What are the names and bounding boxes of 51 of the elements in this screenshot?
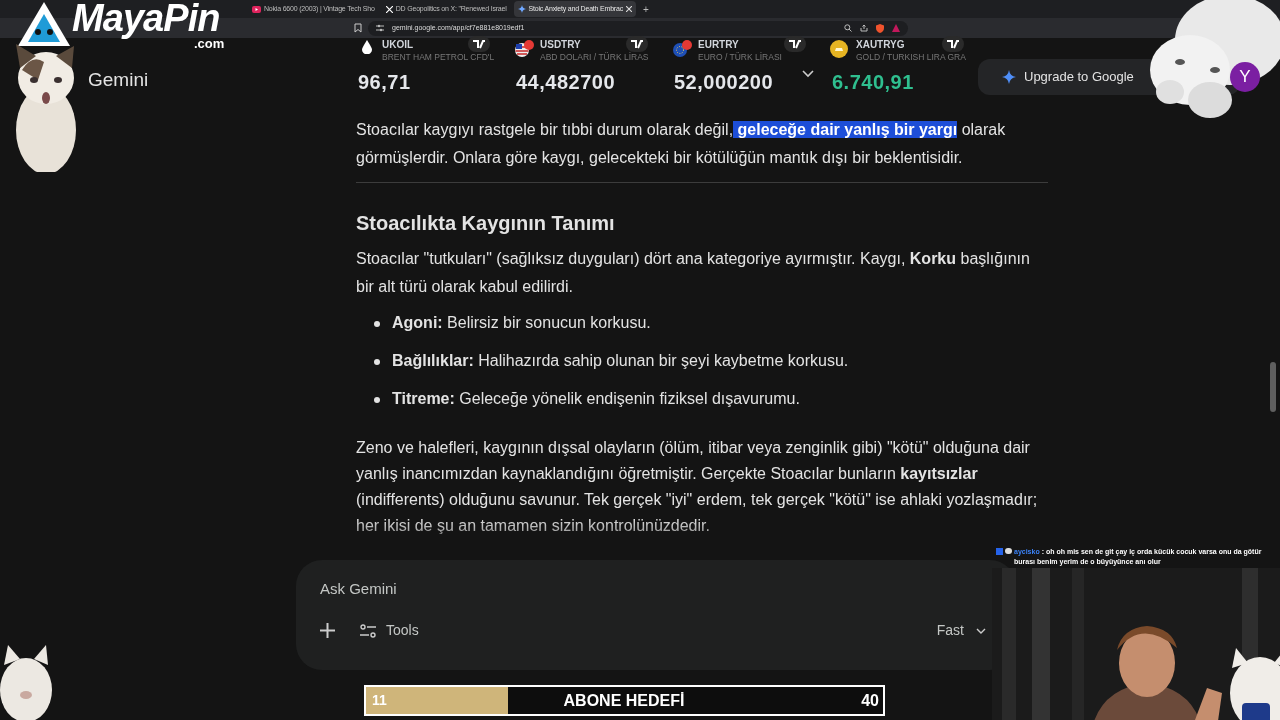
sparkle-icon bbox=[1002, 70, 1016, 84]
logo-suffix: .com bbox=[194, 36, 225, 53]
drop-icon bbox=[362, 40, 372, 54]
tools-button[interactable]: Tools bbox=[360, 620, 419, 641]
ticker-value: 6.740,91 bbox=[832, 70, 914, 95]
ticker-description: GOLD / TURKISH LIRA GRA bbox=[856, 51, 966, 64]
new-tab-button[interactable]: + bbox=[638, 1, 653, 17]
model-dropdown[interactable]: Fast bbox=[936, 620, 986, 641]
goal-current: 11 bbox=[372, 691, 387, 710]
zoom-icon[interactable] bbox=[844, 24, 852, 32]
bullet-icon bbox=[374, 321, 380, 327]
ticker-symbol: EURTRY bbox=[698, 38, 739, 52]
plus-icon[interactable] bbox=[320, 623, 335, 638]
paragraph: Stoacılar "tutkuları" (sağlıksız duyguları) dört ana kategoriye ayırmıştır. Kaygı, Korku başlığının bir alt türü olarak kabul edilirdi. bbox=[356, 249, 1031, 297]
input-field[interactable]: Ask Gemini bbox=[320, 576, 920, 600]
ticker-symbol: XAUTRYG bbox=[856, 38, 905, 52]
ingot-icon bbox=[830, 40, 848, 58]
scrollbar-thumb[interactable] bbox=[1270, 362, 1276, 412]
ticker-value: 96,71 bbox=[358, 70, 411, 95]
site-settings-icon[interactable] bbox=[376, 24, 384, 32]
goal-label: ABONE HEDEFİ bbox=[563, 690, 685, 711]
paragraph: Stoacılar kaygıyı rastgele bir tıbbi durum olarak değil, geleceğe dair yanlış bir yargı olarak görmüşlerdir. Onlara göre kaygı, gelecekteki bir kötülüğün mantık dışı bir beklentisidir. bbox=[356, 116, 1048, 183]
chevron-down-icon bbox=[976, 627, 986, 634]
sliders-icon bbox=[360, 623, 376, 638]
list-item-text: Bağlılıklar: Halihazırda sahip olunan bir şeyi kaybetme korkusu. bbox=[392, 351, 849, 371]
list-item-text: Agoni: Belirsiz bir sonucun korkusu. bbox=[392, 313, 651, 333]
bullet-icon bbox=[374, 397, 380, 403]
bullet-icon bbox=[374, 359, 380, 365]
x-logo-icon bbox=[385, 5, 393, 13]
app-title: Gemini bbox=[88, 68, 149, 92]
ticker-description: BRENT HAM PETROL CFD'L bbox=[382, 51, 495, 64]
flag-icon bbox=[672, 40, 692, 58]
video-icon bbox=[252, 5, 261, 13]
flag-icon bbox=[514, 40, 534, 58]
ticker-value: 44,482700 bbox=[516, 70, 616, 95]
paragraph: Zeno ve halefleri, kaygının dışsal olayların (ölüm, itibar veya zenginlik gibi) "kötü" olduğuna dair yanlış inancımızdan kaynaklandığını öğretmiştir. Gerçekte Stoacılar bunların kayıtsızlar (indifferents) olduğunu savunur. Tek gerçek "iyi" erdem, tek gerçek "kötü" ise ahlaki yozlaşmadır; her ikisi de şu an tamamen sizin kontrolünüzdedir. bbox=[356, 438, 1039, 536]
goal-target: 40 bbox=[861, 690, 879, 711]
ticker-description: EURO / TÜRK LİRASI bbox=[698, 51, 782, 64]
ticker-value: 52,000200 bbox=[674, 70, 774, 95]
share-icon[interactable] bbox=[860, 24, 868, 32]
sparkle-icon bbox=[517, 5, 526, 13]
section-heading: Stoacılıkta Kaygının Tanımı bbox=[356, 211, 616, 236]
bookmark-icon[interactable] bbox=[354, 23, 362, 33]
close-icon[interactable] bbox=[625, 6, 632, 12]
ticker-symbol: UKOIL bbox=[382, 38, 414, 52]
chevron-down-icon[interactable] bbox=[802, 70, 814, 78]
triangle-icon[interactable] bbox=[892, 24, 900, 32]
ticker-description: ABD DOLARI / TÜRK LİRAS bbox=[540, 51, 649, 64]
ticker-symbol: USDTRY bbox=[540, 38, 581, 52]
list-item-text: Titreme: Geleceğe yönelik endişenin fiziksel dışavurumu. bbox=[392, 389, 800, 409]
shield-icon[interactable] bbox=[876, 23, 884, 33]
